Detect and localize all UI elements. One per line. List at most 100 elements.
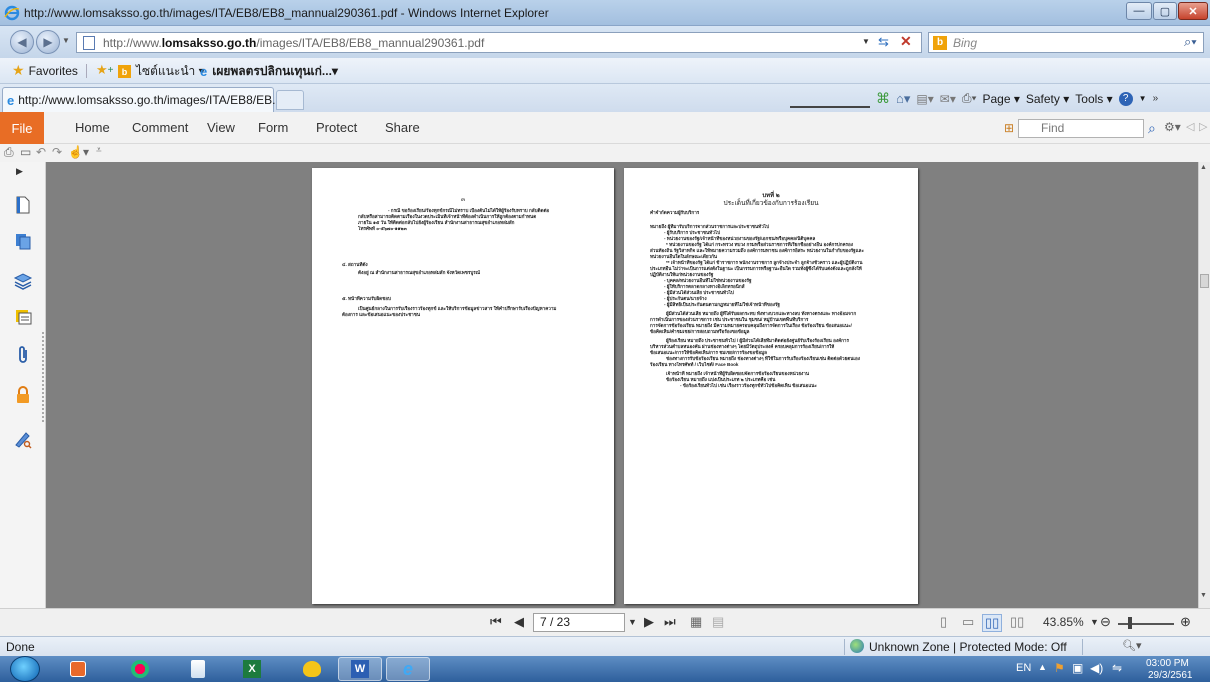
security-zone-text[interactable]: Unknown Zone | Protected Mode: Off <box>869 640 1067 654</box>
excel-icon[interactable]: X <box>230 657 274 681</box>
word-taskbar-button[interactable]: W <box>338 657 382 681</box>
new-tab-button[interactable] <box>276 90 304 110</box>
file-tab[interactable]: File <box>0 112 44 144</box>
facing-view-icon[interactable]: ▯▯ <box>982 614 1003 632</box>
first-page-button[interactable]: ⏮ <box>490 614 502 630</box>
comments-icon[interactable] <box>10 304 36 330</box>
attachment-paperclip-icon[interactable] <box>10 342 36 368</box>
zoom-dropdown-icon[interactable]: ▼ <box>1090 617 1099 627</box>
page-navigation-bar: ⏮ ◀ 7 / 23 ▼ ▶ ⏭ ▦ ▤ ▯ ▭ ▯▯ ▯▯ 43.85% ▼ … <box>0 608 1210 636</box>
find-next-icon[interactable]: ▷ <box>1199 120 1207 133</box>
help-icon[interactable]: ? <box>1118 91 1133 106</box>
tray-expand-icon[interactable]: ▲ <box>1038 662 1047 672</box>
clock-time[interactable]: 03:00 PM <box>1146 658 1189 669</box>
minimize-button[interactable]: — <box>1126 2 1152 20</box>
expand-panel-icon[interactable]: ▶ <box>16 166 23 177</box>
signature-pen-icon[interactable] <box>10 426 36 452</box>
feeds-icon[interactable]: ⌘ <box>876 90 890 107</box>
menu-share[interactable]: Share <box>385 120 420 135</box>
refresh-icon[interactable]: ⇆ <box>878 34 889 50</box>
scroll-up-icon[interactable]: ▲ <box>1200 164 1207 171</box>
next-page-button[interactable]: ▶ <box>644 614 654 630</box>
forward-button[interactable]: ▶ <box>36 30 60 54</box>
page-number-input[interactable]: 7 / 23 <box>533 613 625 632</box>
doc-section-title: ๕. หน้าที่ความรับผิดชอบ <box>342 296 391 301</box>
continuous-view-icon[interactable]: ▭ <box>962 614 974 630</box>
scroll-down-icon[interactable]: ▼ <box>1200 592 1207 599</box>
favorite-item-webslice[interactable]: e เผยพลตรปลิกนเทุนเก่...▾ <box>200 62 338 81</box>
previous-page-button[interactable]: ◀ <box>514 614 524 630</box>
redo-icon[interactable]: ↷ <box>52 145 62 159</box>
panel-resize-handle[interactable] <box>42 332 44 422</box>
language-indicator[interactable]: EN <box>1016 662 1031 674</box>
attachments-layers-icon[interactable] <box>10 268 36 294</box>
find-search-icon[interactable]: ⌕ <box>1148 120 1156 137</box>
search-box[interactable]: b Bing <box>928 32 1204 53</box>
people-app-icon[interactable] <box>118 657 162 681</box>
security-lock-icon[interactable] <box>10 382 36 408</box>
fit-page-icon[interactable]: ▦ <box>690 614 702 630</box>
start-button[interactable] <box>10 656 40 682</box>
find-prev-icon[interactable]: ◁ <box>1186 120 1194 133</box>
clock-date[interactable]: 29/3/2561 <box>1148 670 1193 681</box>
address-bar[interactable]: http://www. lomsaksso.go.th/images/ITA/EB… <box>76 32 922 53</box>
menu-form[interactable]: Form <box>258 120 288 135</box>
screenshot-icon[interactable]: ▭ <box>20 145 31 159</box>
add-favorites-icon[interactable]: ★ + <box>96 62 114 78</box>
tray-network-icon[interactable]: ▣ <box>1072 661 1083 675</box>
page-thumbnails-icon[interactable] <box>10 192 36 218</box>
find-options-icon[interactable]: ⚙▾ <box>1164 120 1181 134</box>
tray-flag-icon[interactable]: ⚑ <box>1054 661 1065 675</box>
layers-icon[interactable] <box>10 228 36 254</box>
rss-feeds-icon[interactable]: ▤▾ <box>916 92 933 106</box>
zoom-level-icon[interactable]: 🔍︎▾ <box>1122 639 1142 652</box>
close-button[interactable]: ✕ <box>1178 2 1208 20</box>
home-icon[interactable]: ⌂▾ <box>896 91 910 107</box>
tray-volume-icon[interactable]: ◀) <box>1090 661 1103 675</box>
vertical-scrollbar[interactable]: ▲ ▼ <box>1198 162 1210 608</box>
fit-width-icon[interactable]: ▤ <box>712 614 724 630</box>
zoom-slider-track[interactable] <box>1118 623 1174 625</box>
back-button[interactable]: ◀ <box>10 30 34 54</box>
chevron-more-icon[interactable]: » <box>1153 93 1159 104</box>
ie-taskbar-button[interactable]: e <box>386 657 430 681</box>
search-icon[interactable]: ⌕▾ <box>1184 34 1197 50</box>
url-prefix: http://www. <box>103 35 162 50</box>
menu-view[interactable]: View <box>207 120 235 135</box>
maximize-button[interactable]: ▢ <box>1153 2 1177 20</box>
read-mail-icon[interactable]: ✉▾ <box>940 92 956 106</box>
customize-toolbar-icon[interactable]: ⩡ <box>96 145 102 156</box>
reader-ribbon: File Home Comment View Form Protect Shar… <box>0 112 1210 144</box>
single-page-view-icon[interactable]: ▯ <box>940 614 947 630</box>
pidgin-icon[interactable] <box>290 657 334 681</box>
scroll-thumb[interactable] <box>1200 274 1209 288</box>
hand-tool-icon[interactable]: ☝▾ <box>68 145 89 159</box>
address-dropdown-icon[interactable]: ▼ <box>862 37 870 46</box>
menu-comment[interactable]: Comment <box>132 120 188 135</box>
media-player-icon[interactable] <box>56 657 100 681</box>
history-dropdown-icon[interactable]: ▼ <box>62 36 70 45</box>
favorites-button[interactable]: ★ Favorites <box>12 62 78 79</box>
page-dropdown-icon[interactable]: ▼ <box>628 617 637 627</box>
print-icon[interactable]: ⎙ <box>4 145 14 160</box>
document-viewer[interactable]: ๓ - กรณี ขอร้องเรียน/ร้องทุกข์กรณีไม่ทรา… <box>46 162 1198 608</box>
stop-icon[interactable]: ✕ <box>900 33 912 50</box>
page-menu[interactable]: Page ▾ <box>982 92 1019 106</box>
tools-menu[interactable]: Tools ▾ <box>1075 92 1112 106</box>
tray-usb-icon[interactable]: ⇋ <box>1112 661 1122 675</box>
menu-protect[interactable]: Protect <box>316 120 357 135</box>
find-input[interactable]: Find <box>1018 119 1144 138</box>
favorite-item-label: เผยพลตรปลิกนเทุนเก่...▾ <box>212 64 338 78</box>
java-icon[interactable] <box>176 657 220 681</box>
print-icon[interactable]: ⎙▾ <box>962 91 977 106</box>
zoom-slider-thumb[interactable] <box>1128 617 1132 629</box>
zoom-out-button[interactable]: ⊖ <box>1100 614 1111 630</box>
facing-continuous-view-icon[interactable]: ▯▯ <box>1010 614 1024 630</box>
last-page-button[interactable]: ⏭ <box>664 614 676 630</box>
favorite-item-suggested[interactable]: b ไซต์แนะนำ ▾ <box>118 62 205 81</box>
zoom-in-button[interactable]: ⊕ <box>1180 614 1191 630</box>
safety-menu[interactable]: Safety ▾ <box>1026 92 1069 106</box>
undo-icon[interactable]: ↶ <box>36 145 46 159</box>
menu-home[interactable]: Home <box>75 120 110 135</box>
browser-tab-active[interactable]: e http://www.lomsaksso.go.th/images/ITA/… <box>2 87 282 112</box>
